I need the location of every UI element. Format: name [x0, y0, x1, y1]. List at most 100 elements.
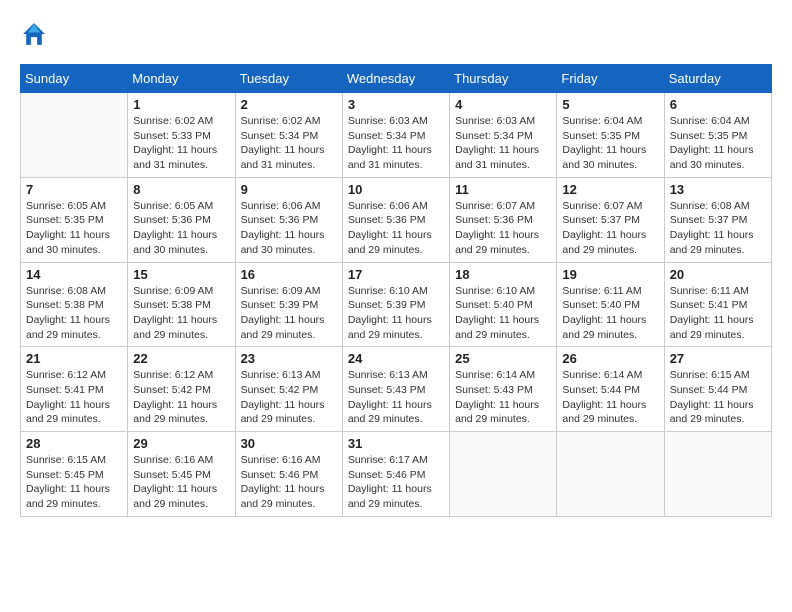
calendar: SundayMondayTuesdayWednesdayThursdayFrid…	[20, 64, 772, 517]
calendar-day-cell: 5Sunrise: 6:04 AM Sunset: 5:35 PM Daylig…	[557, 93, 664, 178]
day-of-week-header: Saturday	[664, 65, 771, 93]
day-number: 22	[133, 351, 229, 366]
day-info: Sunrise: 6:02 AM Sunset: 5:33 PM Dayligh…	[133, 114, 229, 173]
day-of-week-header: Wednesday	[342, 65, 449, 93]
day-number: 25	[455, 351, 551, 366]
calendar-day-cell	[21, 93, 128, 178]
day-number: 4	[455, 97, 551, 112]
day-number: 7	[26, 182, 122, 197]
day-info: Sunrise: 6:12 AM Sunset: 5:42 PM Dayligh…	[133, 368, 229, 427]
day-number: 16	[241, 267, 337, 282]
calendar-day-cell: 31 Sunrise: 6:17 AM Sunset: 5:46 PM Dayli…	[342, 432, 449, 517]
day-info: Sunrise: 6:07 AM Sunset: 5:36 PM Dayligh…	[455, 199, 551, 258]
calendar-day-cell: 7 Sunrise: 6:05 AM Sunset: 5:35 PM Daylig…	[21, 177, 128, 262]
calendar-day-cell: 20Sunrise: 6:11 AM Sunset: 5:41 PM Dayli…	[664, 262, 771, 347]
calendar-day-cell: 11 Sunrise: 6:07 AM Sunset: 5:36 PM Dayli…	[450, 177, 557, 262]
day-info: Sunrise: 6:02 AM Sunset: 5:34 PM Dayligh…	[241, 114, 337, 173]
calendar-day-cell: 8 Sunrise: 6:05 AM Sunset: 5:36 PM Daylig…	[128, 177, 235, 262]
calendar-day-cell: 27 Sunrise: 6:15 AM Sunset: 5:44 PM Dayli…	[664, 347, 771, 432]
day-number: 27	[670, 351, 766, 366]
calendar-day-cell: 15 Sunrise: 6:09 AM Sunset: 5:38 PM Dayli…	[128, 262, 235, 347]
calendar-day-cell: 14Sunrise: 6:08 AM Sunset: 5:38 PM Dayli…	[21, 262, 128, 347]
calendar-day-cell	[557, 432, 664, 517]
calendar-day-cell: 17 Sunrise: 6:10 AM Sunset: 5:39 PM Dayli…	[342, 262, 449, 347]
calendar-day-cell: 10 Sunrise: 6:06 AM Sunset: 5:36 PM Dayli…	[342, 177, 449, 262]
day-number: 21	[26, 351, 122, 366]
calendar-day-cell: 23 Sunrise: 6:13 AM Sunset: 5:42 PM Dayli…	[235, 347, 342, 432]
day-info: Sunrise: 6:06 AM Sunset: 5:36 PM Dayligh…	[241, 199, 337, 258]
calendar-day-cell: 29 Sunrise: 6:16 AM Sunset: 5:45 PM Dayli…	[128, 432, 235, 517]
day-info: Sunrise: 6:15 AM Sunset: 5:44 PM Dayligh…	[670, 368, 766, 427]
day-info: Sunrise: 6:17 AM Sunset: 5:46 PM Dayligh…	[348, 453, 444, 512]
calendar-day-cell: 13Sunrise: 6:08 AM Sunset: 5:37 PM Dayli…	[664, 177, 771, 262]
calendar-day-cell: 4 Sunrise: 6:03 AM Sunset: 5:34 PM Daylig…	[450, 93, 557, 178]
day-info: Sunrise: 6:09 AM Sunset: 5:38 PM Dayligh…	[133, 284, 229, 343]
day-number: 1	[133, 97, 229, 112]
calendar-day-cell: 30 Sunrise: 6:16 AM Sunset: 5:46 PM Dayli…	[235, 432, 342, 517]
day-info: Sunrise: 6:04 AM Sunset: 5:35 PM Dayligh…	[562, 114, 658, 173]
day-info: Sunrise: 6:05 AM Sunset: 5:36 PM Dayligh…	[133, 199, 229, 258]
day-number: 18	[455, 267, 551, 282]
day-info: Sunrise: 6:05 AM Sunset: 5:35 PM Dayligh…	[26, 199, 122, 258]
calendar-week-row: 7 Sunrise: 6:05 AM Sunset: 5:35 PM Daylig…	[21, 177, 772, 262]
day-info: Sunrise: 6:06 AM Sunset: 5:36 PM Dayligh…	[348, 199, 444, 258]
day-of-week-header: Sunday	[21, 65, 128, 93]
calendar-day-cell: 16 Sunrise: 6:09 AM Sunset: 5:39 PM Dayli…	[235, 262, 342, 347]
calendar-day-cell: 18 Sunrise: 6:10 AM Sunset: 5:40 PM Dayli…	[450, 262, 557, 347]
calendar-day-cell: 3 Sunrise: 6:03 AM Sunset: 5:34 PM Daylig…	[342, 93, 449, 178]
day-info: Sunrise: 6:15 AM Sunset: 5:45 PM Dayligh…	[26, 453, 122, 512]
calendar-day-cell: 2 Sunrise: 6:02 AM Sunset: 5:34 PM Daylig…	[235, 93, 342, 178]
calendar-day-cell	[450, 432, 557, 517]
day-number: 6	[670, 97, 766, 112]
day-number: 20	[670, 267, 766, 282]
day-number: 19	[562, 267, 658, 282]
day-number: 29	[133, 436, 229, 451]
day-number: 13	[670, 182, 766, 197]
calendar-day-cell: 22 Sunrise: 6:12 AM Sunset: 5:42 PM Dayli…	[128, 347, 235, 432]
day-info: Sunrise: 6:10 AM Sunset: 5:40 PM Dayligh…	[455, 284, 551, 343]
day-number: 2	[241, 97, 337, 112]
day-number: 30	[241, 436, 337, 451]
calendar-day-cell: 24 Sunrise: 6:13 AM Sunset: 5:43 PM Dayli…	[342, 347, 449, 432]
day-number: 15	[133, 267, 229, 282]
day-number: 28	[26, 436, 122, 451]
day-info: Sunrise: 6:13 AM Sunset: 5:43 PM Dayligh…	[348, 368, 444, 427]
day-number: 10	[348, 182, 444, 197]
calendar-day-cell: 26 Sunrise: 6:14 AM Sunset: 5:44 PM Dayli…	[557, 347, 664, 432]
calendar-day-cell	[664, 432, 771, 517]
day-info: Sunrise: 6:13 AM Sunset: 5:42 PM Dayligh…	[241, 368, 337, 427]
day-of-week-header: Thursday	[450, 65, 557, 93]
day-info: Sunrise: 6:09 AM Sunset: 5:39 PM Dayligh…	[241, 284, 337, 343]
logo	[20, 20, 52, 48]
day-number: 8	[133, 182, 229, 197]
calendar-header-row: SundayMondayTuesdayWednesdayThursdayFrid…	[21, 65, 772, 93]
calendar-week-row: 21 Sunrise: 6:12 AM Sunset: 5:41 PM Dayli…	[21, 347, 772, 432]
day-info: Sunrise: 6:08 AM Sunset: 5:38 PM Dayligh…	[26, 284, 122, 343]
day-number: 11	[455, 182, 551, 197]
day-info: Sunrise: 6:03 AM Sunset: 5:34 PM Dayligh…	[455, 114, 551, 173]
day-info: Sunrise: 6:04 AM Sunset: 5:35 PM Dayligh…	[670, 114, 766, 173]
day-number: 24	[348, 351, 444, 366]
day-number: 31	[348, 436, 444, 451]
day-number: 26	[562, 351, 658, 366]
calendar-day-cell: 21 Sunrise: 6:12 AM Sunset: 5:41 PM Dayli…	[21, 347, 128, 432]
calendar-day-cell: 6 Sunrise: 6:04 AM Sunset: 5:35 PM Daylig…	[664, 93, 771, 178]
calendar-week-row: 28 Sunrise: 6:15 AM Sunset: 5:45 PM Dayli…	[21, 432, 772, 517]
day-info: Sunrise: 6:12 AM Sunset: 5:41 PM Dayligh…	[26, 368, 122, 427]
day-number: 17	[348, 267, 444, 282]
day-of-week-header: Tuesday	[235, 65, 342, 93]
day-info: Sunrise: 6:16 AM Sunset: 5:46 PM Dayligh…	[241, 453, 337, 512]
day-info: Sunrise: 6:16 AM Sunset: 5:45 PM Dayligh…	[133, 453, 229, 512]
calendar-week-row: 1 Sunrise: 6:02 AM Sunset: 5:33 PM Daylig…	[21, 93, 772, 178]
calendar-day-cell: 25Sunrise: 6:14 AM Sunset: 5:43 PM Dayli…	[450, 347, 557, 432]
day-info: Sunrise: 6:11 AM Sunset: 5:40 PM Dayligh…	[562, 284, 658, 343]
header	[20, 20, 772, 48]
day-info: Sunrise: 6:14 AM Sunset: 5:44 PM Dayligh…	[562, 368, 658, 427]
day-info: Sunrise: 6:03 AM Sunset: 5:34 PM Dayligh…	[348, 114, 444, 173]
calendar-day-cell: 1 Sunrise: 6:02 AM Sunset: 5:33 PM Daylig…	[128, 93, 235, 178]
calendar-day-cell: 9Sunrise: 6:06 AM Sunset: 5:36 PM Daylig…	[235, 177, 342, 262]
day-info: Sunrise: 6:10 AM Sunset: 5:39 PM Dayligh…	[348, 284, 444, 343]
day-number: 23	[241, 351, 337, 366]
day-of-week-header: Friday	[557, 65, 664, 93]
day-number: 3	[348, 97, 444, 112]
